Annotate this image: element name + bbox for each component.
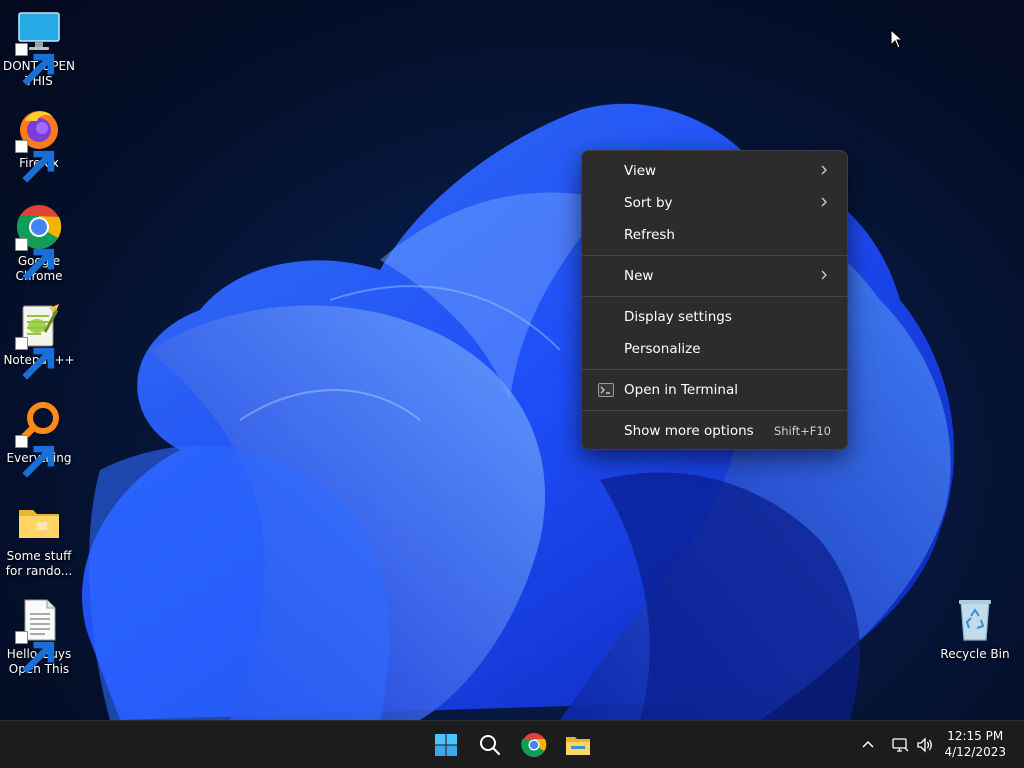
shortcut-arrow-icon <box>15 140 55 183</box>
menu-item-label: Refresh <box>624 227 675 243</box>
menu-item-sort-by[interactable]: Sort by <box>586 187 843 219</box>
volume-icon <box>917 737 932 753</box>
network-button[interactable] <box>890 735 910 755</box>
desktop-icon-google-chrome[interactable]: Google Chrome <box>0 203 78 284</box>
shortcut-arrow-icon <box>15 435 55 478</box>
start-button[interactable] <box>430 729 462 761</box>
text-document-icon <box>15 596 63 674</box>
desktop[interactable]: DONT OPEN THIS Firefox Google Chrome Not… <box>0 0 1024 720</box>
file-explorer-icon <box>566 737 590 755</box>
taskbar-search-button[interactable] <box>474 729 506 761</box>
shortcut-arrow-icon <box>15 337 55 380</box>
keyboard-shortcut: Shift+F10 <box>773 424 831 438</box>
menu-item-display-settings[interactable]: Display settings <box>586 301 843 333</box>
menu-separator <box>582 369 847 370</box>
menu-item-label: Display settings <box>624 309 732 325</box>
network-icon <box>892 738 909 752</box>
shortcut-arrow-icon <box>15 238 55 281</box>
monitor-icon <box>15 8 63 86</box>
menu-item-label: Show more options <box>624 423 754 439</box>
clock-time: 12:15 PM <box>947 729 1004 743</box>
menu-separator <box>582 296 847 297</box>
system-clock[interactable]: 12:15 PM 4/12/2023 <box>944 728 1006 760</box>
terminal-icon <box>598 383 614 397</box>
chevron-right-icon <box>821 270 827 280</box>
taskbar-file-explorer-button[interactable] <box>562 729 594 761</box>
shortcut-arrow-icon <box>15 631 55 674</box>
chrome-icon <box>15 203 63 281</box>
menu-item-label: New <box>624 268 654 284</box>
menu-separator <box>582 255 847 256</box>
chevron-right-icon <box>821 165 827 175</box>
chevron-up-icon <box>862 740 874 748</box>
taskbar-chrome-button[interactable] <box>518 729 550 761</box>
menu-item-label: Sort by <box>624 195 673 211</box>
menu-item-label: Open in Terminal <box>624 382 738 398</box>
clock-date: 4/12/2023 <box>944 745 1006 759</box>
desktop-icon-everything[interactable]: Everything <box>0 400 78 478</box>
desktop-icon-recycle-bin[interactable]: Recycle Bin <box>936 596 1014 662</box>
menu-item-new[interactable]: New <box>586 260 843 292</box>
search-icon <box>480 735 501 756</box>
desktop-icon-hello-guys-open-this[interactable]: Hello Guys Open This <box>0 596 78 677</box>
desktop-icon-firefox[interactable]: Firefox <box>0 105 78 183</box>
shortcut-arrow-icon <box>15 43 55 86</box>
desktop-icon-dont-open-this[interactable]: DONT OPEN THIS <box>0 8 78 89</box>
mouse-cursor-icon <box>890 29 904 49</box>
show-hidden-icons-button[interactable] <box>858 735 878 755</box>
taskbar: 12:15 PM 4/12/2023 <box>0 720 1024 768</box>
menu-item-show-more-options[interactable]: Show more options Shift+F10 <box>586 415 843 447</box>
wallpaper-bloom <box>82 103 955 720</box>
menu-item-personalize[interactable]: Personalize <box>586 333 843 365</box>
desktop-context-menu: View Sort by Refresh New Display setting… <box>581 150 848 450</box>
start-icon <box>435 734 457 756</box>
search-magnifier-icon <box>15 400 63 478</box>
volume-button[interactable] <box>915 735 935 755</box>
menu-item-label: View <box>624 163 657 179</box>
chrome-icon <box>521 733 547 757</box>
menu-item-label: Personalize <box>624 341 701 357</box>
menu-item-view[interactable]: View <box>586 155 843 187</box>
menu-item-refresh[interactable]: Refresh <box>586 219 843 251</box>
folder-icon <box>15 498 63 546</box>
desktop-icon-label: Some stuff for rando... <box>5 549 73 578</box>
desktop-icon-notepadpp[interactable]: Notepad++ <box>0 302 78 380</box>
firefox-icon <box>15 105 63 183</box>
notepadpp-icon <box>15 302 63 380</box>
desktop-icon-some-stuff-folder[interactable]: Some stuff for rando... <box>0 498 78 579</box>
chevron-right-icon <box>821 197 827 207</box>
menu-item-open-in-terminal[interactable]: Open in Terminal <box>586 374 843 406</box>
desktop-icon-label: Recycle Bin <box>940 647 1010 661</box>
menu-separator <box>582 410 847 411</box>
recycle-bin-icon <box>951 596 999 644</box>
